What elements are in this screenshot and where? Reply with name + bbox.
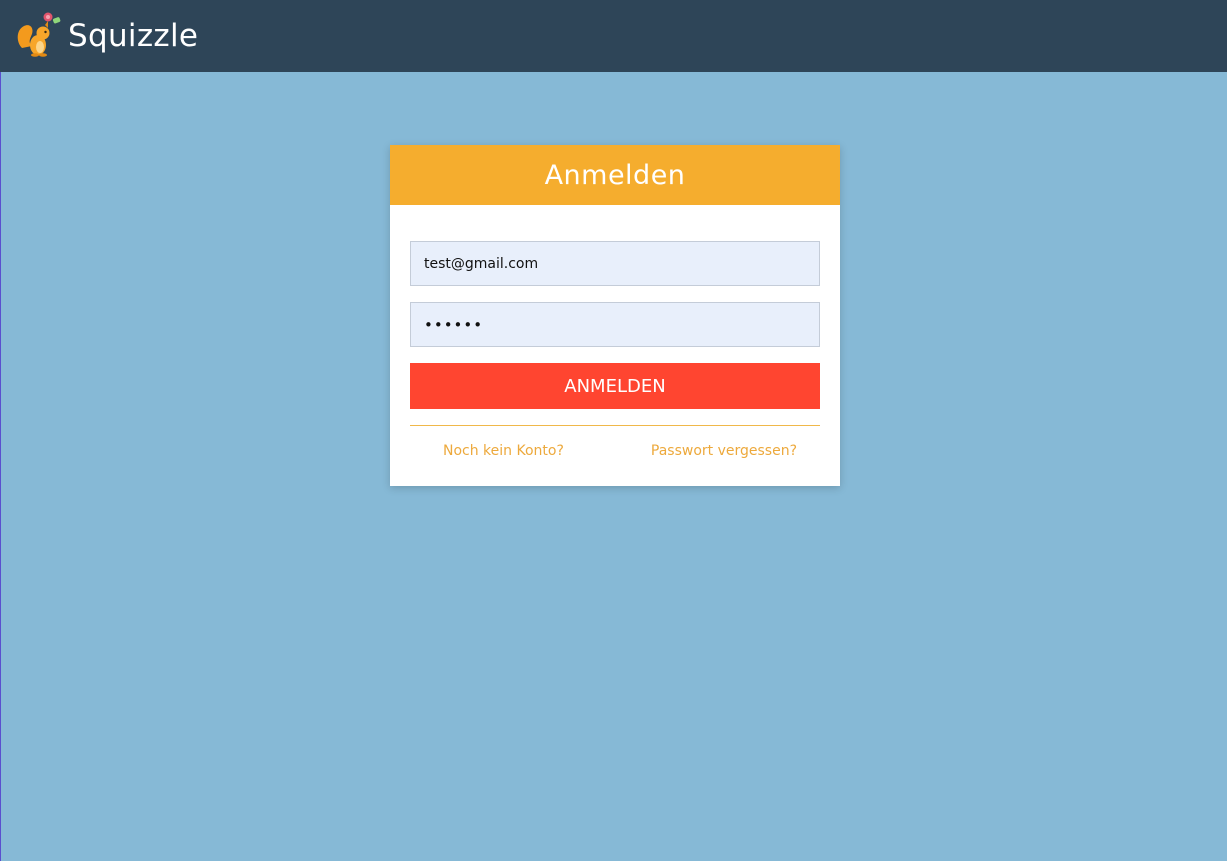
auth-links: Noch kein Konto? Passwort vergessen? <box>410 443 820 465</box>
forgot-password-link[interactable]: Passwort vergessen? <box>651 443 797 459</box>
divider <box>410 425 820 426</box>
login-button[interactable]: ANMELDEN <box>410 363 820 409</box>
register-link[interactable]: Noch kein Konto? <box>443 443 564 459</box>
login-card-header: Anmelden <box>390 145 840 205</box>
password-field[interactable] <box>410 302 820 347</box>
login-title: Anmelden <box>544 159 686 191</box>
left-edge-border <box>0 0 1 861</box>
squirrel-icon <box>17 12 61 57</box>
top-navigation-bar: Squizzle <box>0 0 1227 72</box>
login-card: Anmelden ANMELDEN Noch kein Konto? Passw… <box>390 145 840 486</box>
brand[interactable]: Squizzle <box>14 12 198 60</box>
app-name: Squizzle <box>68 17 199 54</box>
email-field[interactable] <box>410 241 820 286</box>
